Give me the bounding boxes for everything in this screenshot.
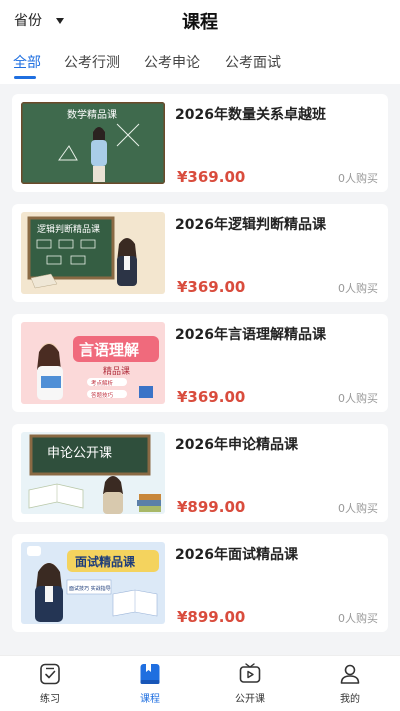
course-card[interactable]: 数学精品课 2026年数量关系卓越班 ¥369.00 0人购买	[12, 94, 388, 192]
course-list: 数学精品课 2026年数量关系卓越班 ¥369.00 0人购买 逻辑判断精品课	[0, 84, 400, 655]
thumb-title: 面试精品课	[75, 554, 136, 569]
course-price: ¥369.00	[177, 168, 246, 186]
category-tabs: 全部 公考行测 公考申论 公考面试	[0, 40, 400, 84]
thumb-tag: 考点解析	[91, 379, 114, 387]
course-icon	[140, 664, 160, 684]
course-card[interactable]: 逻辑判断精品课 2026年逻辑判断精品课 ¥369.00 0人购买	[12, 204, 388, 302]
course-price: ¥369.00	[177, 278, 246, 296]
bottom-navigation: 练习 课程 公开课 我的	[0, 655, 400, 711]
thumb-subtitle: 精品课	[103, 365, 130, 377]
tv-icon	[239, 663, 261, 683]
practice-icon	[40, 663, 60, 685]
course-thumbnail: 申论公开课	[21, 432, 165, 514]
buyer-count: 0人购买	[338, 502, 378, 515]
buyer-count: 0人购买	[338, 172, 378, 185]
tab-xingce[interactable]: 公考行测	[64, 52, 120, 72]
course-thumbnail: 言语理解 精品课 考点解析 答题技巧	[21, 322, 165, 404]
thumb-tag: 面试技巧 实战指导	[69, 585, 111, 592]
tab-mianshi[interactable]: 公考面试	[225, 52, 281, 72]
thumb-title: 数学精品课	[67, 108, 117, 121]
course-card[interactable]: 申论公开课 2026年申论精品课 ¥899.00 0人购买	[12, 424, 388, 522]
page-title: 课程	[182, 12, 218, 33]
course-title: 2026年申论精品课	[175, 437, 298, 453]
nav-open-class[interactable]: 公开课	[210, 662, 290, 708]
course-thumbnail: 数学精品课	[21, 102, 165, 184]
buyer-count: 0人购买	[338, 612, 378, 625]
course-title: 2026年数量关系卓越班	[175, 107, 326, 123]
tab-all[interactable]: 全部	[13, 52, 41, 72]
course-title: 2026年言语理解精品课	[175, 327, 326, 343]
course-title: 2026年逻辑判断精品课	[175, 217, 326, 233]
language-teacher-illustration: 言语理解 精品课 考点解析 答题技巧	[21, 322, 165, 404]
course-card[interactable]: 面试精品课 面试技巧 实战指导 2026年面试精品课 ¥899.00 0人购买	[12, 534, 388, 632]
interview-teacher-illustration: 面试精品课 面试技巧 实战指导	[21, 542, 165, 624]
essay-teacher-illustration: 申论公开课	[21, 432, 165, 514]
active-tab-indicator	[14, 76, 36, 79]
buyer-count: 0人购买	[338, 282, 378, 295]
course-price: ¥369.00	[177, 388, 246, 406]
nav-practice[interactable]: 练习	[10, 662, 90, 708]
course-price: ¥899.00	[177, 498, 246, 516]
buyer-count: 0人购买	[338, 392, 378, 405]
thumb-title: 申论公开课	[47, 446, 112, 461]
nav-label: 公开课	[235, 694, 265, 705]
course-price: ¥899.00	[177, 608, 246, 626]
course-title: 2026年面试精品课	[175, 547, 298, 563]
course-thumbnail: 面试精品课 面试技巧 实战指导	[21, 542, 165, 624]
profile-icon	[340, 664, 360, 684]
course-card[interactable]: 言语理解 精品课 考点解析 答题技巧 2026年言语理解精品课 ¥369.00 …	[12, 314, 388, 412]
nav-course[interactable]: 课程	[110, 662, 190, 708]
nav-label: 课程	[140, 694, 160, 705]
logic-teacher-illustration: 逻辑判断精品课	[21, 212, 165, 294]
thumb-tag: 答题技巧	[91, 391, 114, 399]
nav-label: 我的	[340, 694, 360, 705]
thumb-title: 言语理解	[79, 341, 139, 359]
thumb-title: 逻辑判断精品课	[37, 223, 100, 235]
top-bar: 省份 课程	[0, 0, 400, 40]
nav-profile[interactable]: 我的	[310, 662, 390, 708]
nav-label: 练习	[40, 694, 60, 705]
chalkboard-teacher-illustration: 数学精品课	[21, 102, 165, 184]
tab-shenlun[interactable]: 公考申论	[144, 52, 200, 72]
course-thumbnail: 逻辑判断精品课	[21, 212, 165, 294]
